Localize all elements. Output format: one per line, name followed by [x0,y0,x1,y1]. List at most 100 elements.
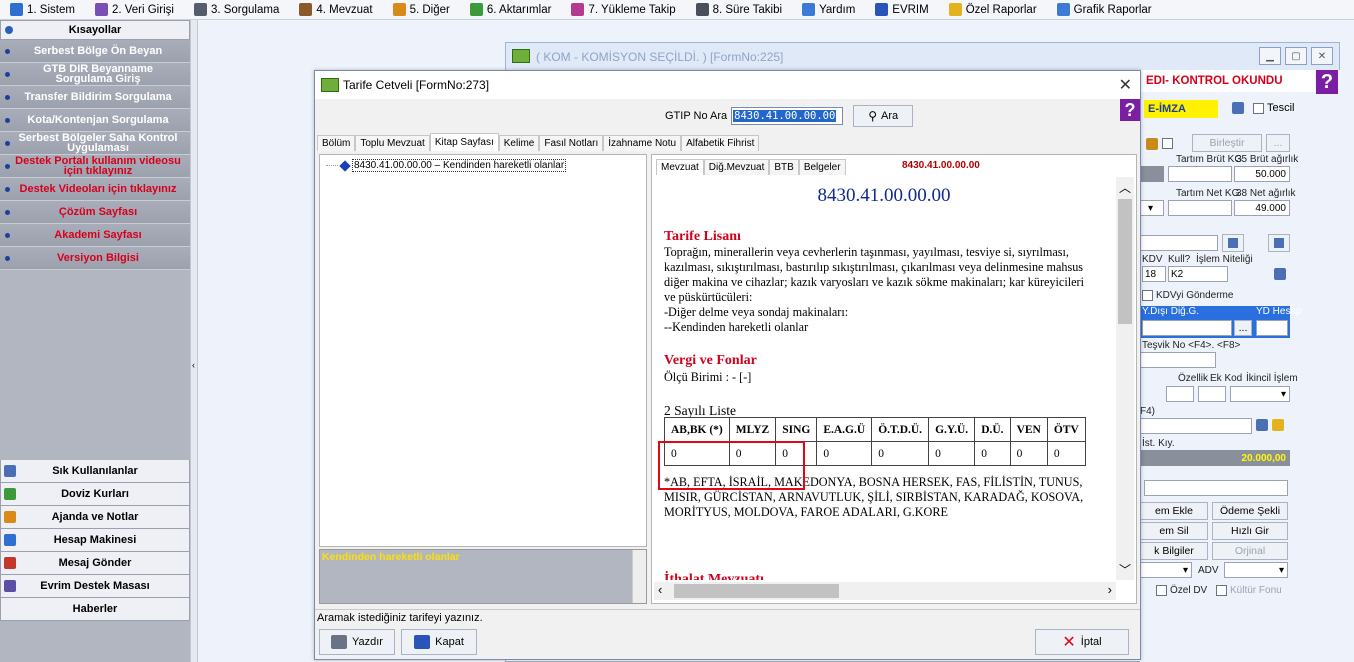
kalem-ekle-button[interactable]: em Ekle [1140,502,1208,520]
menu-item-3[interactable]: 3. Sorgulama [184,0,289,20]
tree-item[interactable]: 8430.41.00.00.00 – Kendinden hareketli o… [326,159,567,172]
sidebar-splitter[interactable]: ‹ [190,20,198,662]
sidebar-item-1[interactable]: Serbest Bölge Ön Beyan [0,40,190,63]
odeme-sekli-button[interactable]: Ödeme Şekli [1212,502,1288,520]
minus-icon[interactable] [1256,419,1268,431]
ydisi-browse-button[interactable]: ... [1234,320,1252,336]
extra-field[interactable] [1140,418,1252,434]
mevzuat-tab-2[interactable]: Diğ.Mevzuat [703,159,770,175]
collapse-arrow-icon[interactable]: ‹ [192,360,195,370]
kdvyi-gonderme-checkbox[interactable] [1142,290,1153,301]
kalem-sil-button[interactable]: em Sil [1140,522,1208,540]
menu-item-6[interactable]: 6. Aktarımlar [460,0,562,20]
tab-5[interactable]: Fasıl Notları [539,135,604,151]
close-icon[interactable]: ✕ [1119,75,1132,95]
menu-item-1[interactable]: 1. Sistem [0,0,85,20]
extra-button[interactable]: ... [1266,134,1290,152]
scroll-up-icon[interactable]: ︿ [1119,179,1131,196]
tab-1[interactable]: Bölüm [317,135,356,151]
menu-item-4[interactable]: 4. Mevzuat [289,0,382,20]
iptal-button[interactable]: ✕ İptal [1035,629,1129,655]
yd-hesap-input[interactable] [1256,320,1288,336]
menu-item-2[interactable]: 2. Veri Girişi [85,0,184,20]
sidebar-item-2[interactable]: GTB DIR Beyanname Sorgulama Giriş [0,63,190,86]
sidebar-bottom-item-4[interactable]: Hesap Makinesi [0,529,190,552]
kultur-fonu-checkbox[interactable] [1216,585,1227,596]
sidebar-item-6[interactable]: Destek Portalı kullanım videosu için tık… [0,155,190,178]
menu-item-8[interactable]: 8. Süre Takibi [686,0,792,20]
scroll-thumb[interactable] [1118,199,1132,324]
sidebar-bottom-item-7[interactable]: Haberler [0,598,190,621]
mevzuat-tab-1[interactable]: Mevzuat [656,159,704,175]
help-icon[interactable]: ? [1316,70,1338,94]
ek-bilgiler-button[interactable]: k Bilgiler [1140,542,1208,560]
tesvik-input[interactable] [1140,352,1216,368]
tescil-check[interactable] [1253,102,1264,114]
sidebar-item-10[interactable]: Versiyon Bilgisi [0,247,190,270]
code-input[interactable] [1140,235,1218,251]
menu-item-5[interactable]: 5. Diğer [383,0,460,20]
mevzuat-tab-3[interactable]: BTB [769,159,799,175]
scroll-right-icon[interactable]: › [1108,582,1112,597]
menu-item-7[interactable]: 7. Yükleme Takip [561,0,685,20]
sidebar-item-5[interactable]: Serbest Bölgeler Saha Kontrol Uygulaması [0,132,190,155]
sidebar-bottom-item-3[interactable]: Ajanda ve Notlar [0,506,190,529]
yazdir-button[interactable]: Yazdır [319,629,395,655]
ara-button[interactable]: ⚲ Ara [853,105,914,127]
scroll-thumb[interactable] [674,584,839,598]
orjinal-button[interactable]: Orjinal [1212,542,1288,560]
net-agirlik-input[interactable]: 49.000 [1234,200,1290,216]
tab-3[interactable]: Kitap Sayfası [429,133,499,151]
scroll-down-icon[interactable]: ﹀ [1119,561,1131,578]
tab-2[interactable]: Toplu Mevzuat [355,135,430,151]
help-icon[interactable]: ? [1120,99,1140,121]
description-scrollbar[interactable] [632,550,646,603]
ikincil-islem-select[interactable]: ▾ [1230,386,1290,402]
sidebar-bottom-item-2[interactable]: Doviz Kurları [0,483,190,506]
sidebar-item-7[interactable]: Destek Videoları için tıklayınız [0,178,190,201]
menu-item-9[interactable]: Yardım [792,0,865,20]
menu-item-12[interactable]: Grafik Raporlar [1047,0,1162,20]
scroll-left-icon[interactable]: ‹ [658,582,662,597]
adv-select[interactable]: ▾ [1224,562,1288,578]
sidebar-bottom-item-5[interactable]: Mesaj Gönder [0,552,190,575]
tab-4[interactable]: Kelime [498,135,540,151]
sidebar-bottom-item-1[interactable]: Sık Kullanılanlar [0,460,190,483]
kull-input[interactable]: K2 [1168,266,1228,282]
document-horizontal-scrollbar[interactable]: ‹ › [654,582,1116,600]
kdv-input[interactable]: 18 [1142,266,1166,282]
hizli-gir-button[interactable]: Hızlı Gir [1212,522,1288,540]
eimza-badge[interactable]: E-İMZA [1144,100,1218,118]
sidebar-item-8[interactable]: Çözüm Sayfası [0,201,190,224]
tescil-checkbox[interactable]: Tescil [1232,102,1295,114]
sidebar-item-9[interactable]: Akademi Sayfası [0,224,190,247]
edit-icon[interactable] [1272,419,1284,431]
ist-kiy-input[interactable]: 20.000,00 [1140,450,1290,466]
grid-icon[interactable] [1274,268,1286,280]
tab-6[interactable]: İzahname Notu [603,135,682,151]
gtip-input[interactable]: 8430.41.00.00.00 [731,107,844,125]
sidebar-item-3[interactable]: Transfer Bildirim Sorgulama [0,86,190,109]
document-vertical-scrollbar[interactable]: ︿ ﹀ [1116,177,1134,580]
menu-item-10[interactable]: EVRIM [865,0,938,20]
kapat-button[interactable]: Kapat [401,629,477,655]
tab-7[interactable]: Alfabetik Fihrist [681,135,760,151]
misc-input[interactable] [1144,480,1288,496]
unit-select[interactable]: ▾ [1140,200,1164,216]
birlestir-button[interactable]: Birleştir [1192,134,1262,152]
tartim-brut-input[interactable] [1168,166,1232,182]
lookup-button[interactable] [1222,234,1244,252]
ek-kod-input[interactable] [1198,386,1226,402]
select-checkbox[interactable] [1162,138,1173,149]
mevzuat-tab-4[interactable]: Belgeler [798,159,846,175]
adv-left-select[interactable]: ▾ [1140,562,1192,578]
ydisi-input[interactable] [1142,320,1232,336]
sidebar-item-4[interactable]: Kota/Kontenjan Sorgulama [0,109,190,132]
tartim-net-input[interactable] [1168,200,1232,216]
doc-button[interactable] [1268,234,1290,252]
ozellik-input[interactable] [1166,386,1194,402]
minimize-button[interactable]: ▁ [1259,47,1281,65]
brut-agirlik-input[interactable]: 50.000 [1234,166,1290,182]
ozel-dv-checkbox[interactable] [1156,585,1167,596]
menu-item-11[interactable]: Özel Raporlar [939,0,1047,20]
